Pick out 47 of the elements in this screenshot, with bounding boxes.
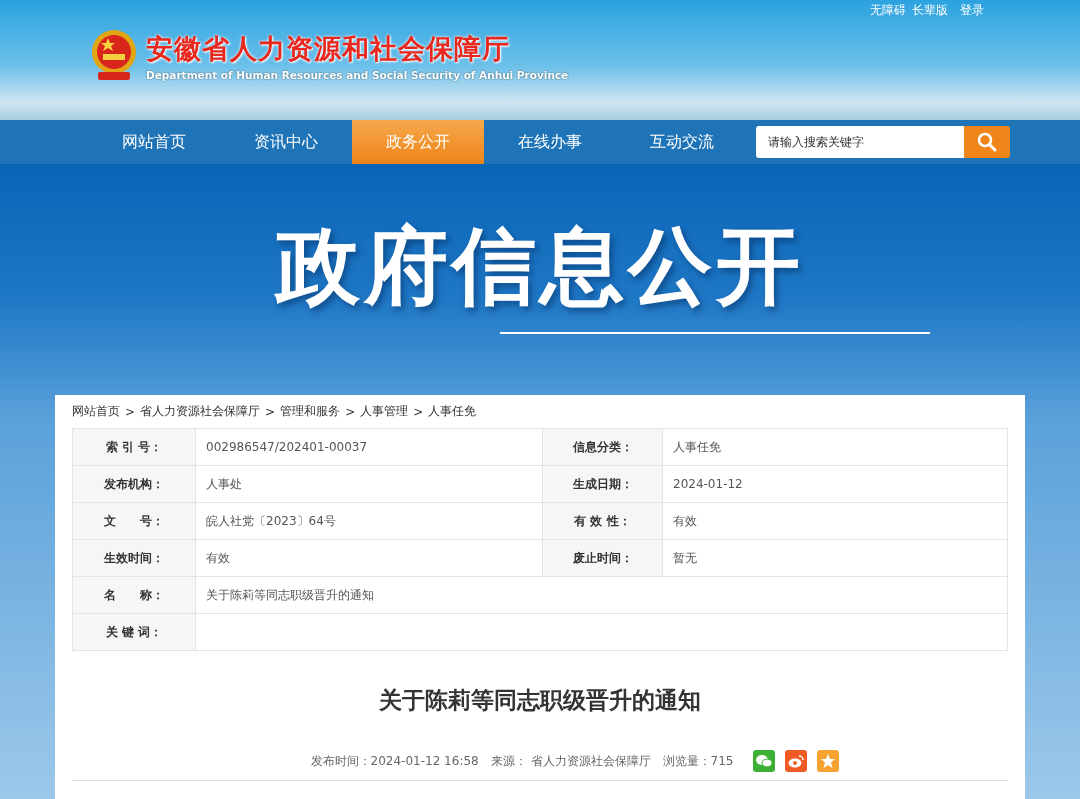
table-label: 发布机构： [73,466,196,502]
favorite-button[interactable] [817,750,840,772]
table-label: 生成日期： [543,466,663,502]
breadcrumb-separator: > [125,404,136,419]
table-label: 关 键 词： [73,614,196,650]
article-title: 关于陈莉等同志职级晋升的通知 [378,686,702,715]
banner-title: 政府信息公开 [276,216,804,317]
table-label: 文 号： [73,503,196,539]
star-icon [820,753,837,769]
breadcrumb-link[interactable]: 管理和服务 [280,403,341,420]
table-cell-text: 关于陈莉等同志职级晋升的通知 [205,586,375,604]
search-field[interactable]: 请输入搜索关键字 [756,126,964,158]
top-link[interactable]: 登录 [960,2,984,18]
table-label: 有 效 性： [543,503,663,539]
breadcrumb-link[interactable]: 人事管理 [360,403,409,420]
table-label: 信息分类： [543,429,663,465]
site-title: 安徽省人力资源和社会保障厅 [146,32,511,66]
nav-tab[interactable]: 互动交流 [616,120,748,164]
site-subtitle: Department of Human Resources and Social Security of Anhui Province [146,69,569,81]
breadcrumb-link[interactable]: 网站首页 [72,403,120,420]
breadcrumb-link[interactable]: 人事任免 [428,403,477,420]
breadcrumb-separator: > [265,404,276,419]
table-cell-text: 2024-01-12 [672,476,744,493]
article-meta: 来源： 省人力资源社会保障厅 [490,752,651,770]
table-cell-text: 有效 [672,512,698,530]
wechat-share-button[interactable] [753,750,776,772]
search-icon [977,132,997,152]
breadcrumb-separator: > [345,404,356,419]
weibo-share-button[interactable] [785,750,808,772]
breadcrumb-link[interactable]: 省人力资源社会保障厅 [140,403,261,420]
table-label: 生效时间： [73,540,196,576]
chat-bubbles-icon [756,754,773,768]
article-meta: 浏览量：715 [662,752,734,770]
top-link[interactable]: 无障碍 [870,2,906,18]
eye-icon [788,754,805,768]
nav-tab[interactable]: 资讯中心 [220,120,352,164]
nav-tab[interactable]: 网站首页 [88,120,220,164]
article-meta: 发布时间：2024-01-12 16:58 [310,752,479,770]
search-button[interactable] [964,126,1010,158]
breadcrumb-separator: > [413,404,424,419]
table-label: 索 引 号： [73,429,196,465]
table-label: 名 称： [73,577,196,613]
table-cell-text: 暂无 [672,549,698,567]
nav-tab[interactable]: 在线办事 [484,120,616,164]
table-cell-text: 人事任免 [672,438,722,456]
top-link[interactable]: 长辈版 [912,2,948,18]
table-label: 废止时间： [543,540,663,576]
